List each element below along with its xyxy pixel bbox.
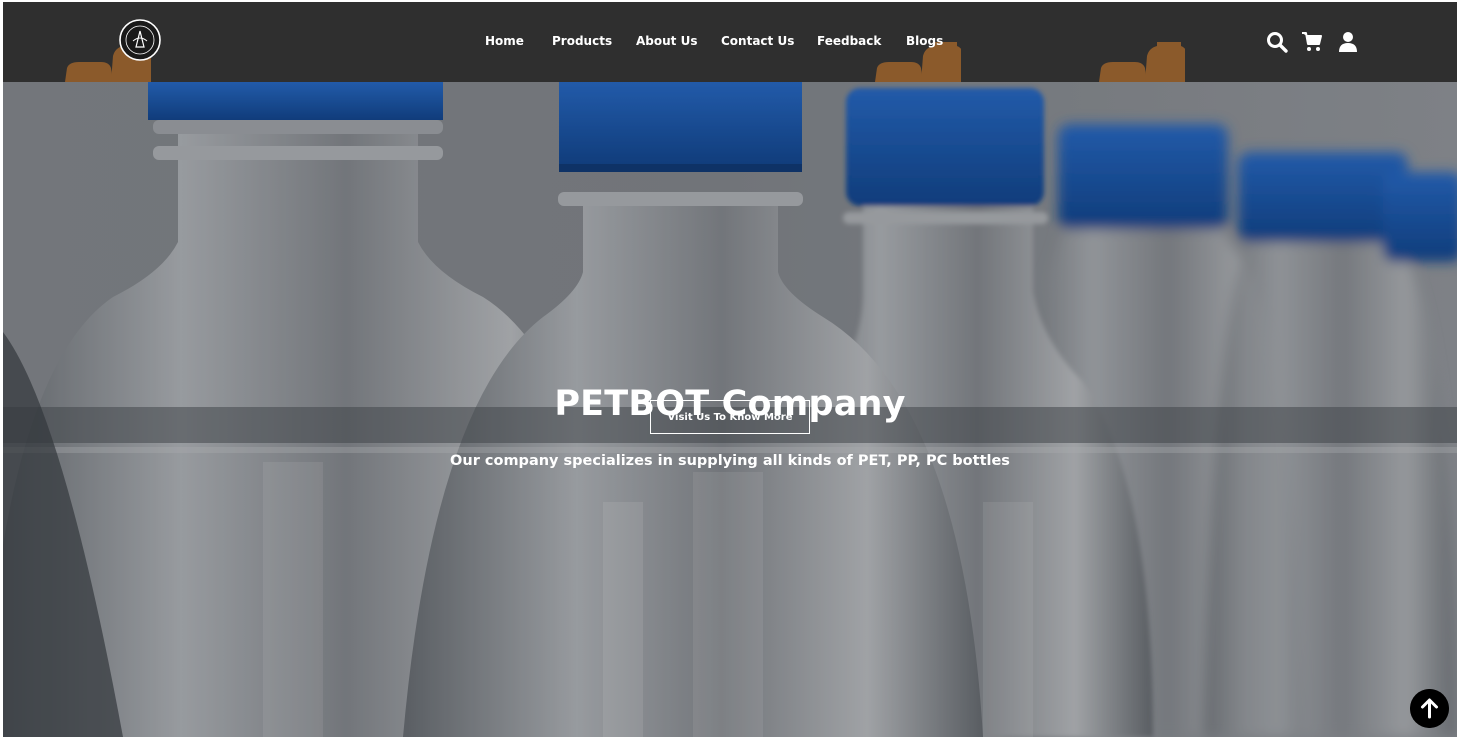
hero-banner: PETBOT Company Our company specializes i… (3, 82, 1457, 737)
decor-bottle-icon (1099, 42, 1185, 82)
nav-blogs[interactable]: Blogs (906, 34, 943, 48)
nav-about-us[interactable]: About Us (636, 34, 697, 48)
scroll-to-top-button[interactable] (1410, 689, 1449, 728)
nav-home[interactable]: Home (485, 34, 524, 48)
page: Home Products About Us Contact Us Feedba… (0, 0, 1460, 737)
search-icon[interactable] (1265, 30, 1289, 54)
company-logo[interactable] (119, 19, 161, 61)
hero-subtitle: Our company specializes in supplying all… (450, 453, 1010, 469)
user-icon[interactable] (1336, 30, 1360, 54)
cart-icon[interactable] (1300, 30, 1324, 54)
visit-us-button[interactable]: Visit Us To Know More (650, 400, 810, 434)
site-header: Home Products About Us Contact Us Feedba… (3, 2, 1457, 82)
nav-contact-us[interactable]: Contact Us (721, 34, 794, 48)
nav-feedback[interactable]: Feedback (817, 34, 881, 48)
nav-products[interactable]: Products (552, 34, 612, 48)
